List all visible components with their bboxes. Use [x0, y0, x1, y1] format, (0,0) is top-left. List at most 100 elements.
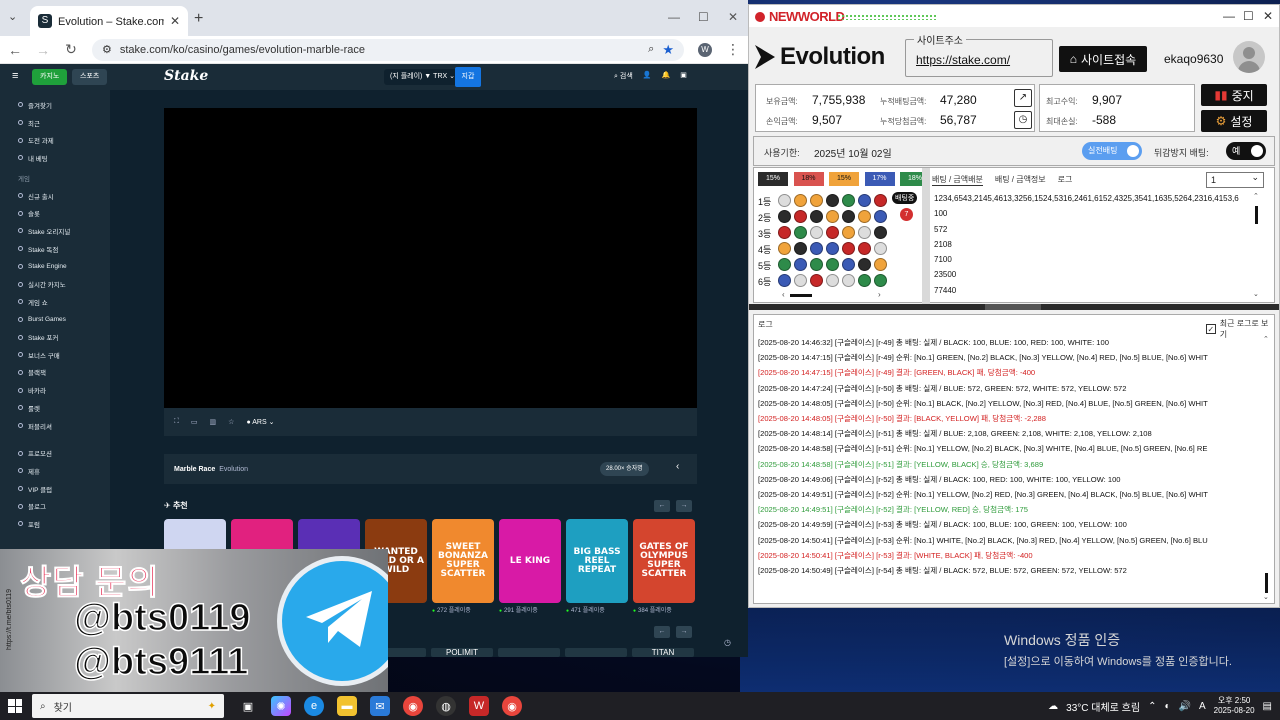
providers-next-icon[interactable]: →	[676, 626, 692, 638]
game-video[interactable]	[164, 108, 697, 408]
sports-tab[interactable]: 스포츠	[72, 69, 108, 85]
log-scrollbar[interactable]: ⌃ ⌄	[1262, 335, 1272, 601]
file-explorer-icon[interactable]: ▬	[337, 696, 357, 716]
provider-tile[interactable]: POLIMIT	[431, 648, 493, 657]
sidebar-item[interactable]: 제휴	[0, 462, 110, 480]
casino-tab[interactable]: 카지노	[32, 69, 68, 85]
nw-close-icon[interactable]: ✕	[1263, 9, 1273, 23]
sidebar-item[interactable]: 보너스 구매	[0, 346, 110, 364]
checkbox-checked-icon[interactable]: ✓	[1206, 324, 1216, 334]
sidebar-item[interactable]: 룰렛	[0, 399, 110, 417]
bookmark-star-icon[interactable]: ★	[662, 42, 674, 58]
sidebar-item[interactable]: VIP 클럽	[0, 480, 110, 498]
site-address-link[interactable]: https://stake.com/	[916, 53, 1010, 67]
profile-avatar[interactable]: W	[698, 42, 712, 57]
chrome-2-icon[interactable]: ◉	[502, 696, 522, 716]
sidebar-item[interactable]: 즐겨찾기	[0, 96, 110, 114]
game-card[interactable]: BIG BASS REEL REPEAT	[566, 519, 628, 603]
chat-bubble-icon[interactable]: ◷	[724, 638, 731, 647]
provider-tile[interactable]: TITAN	[632, 648, 694, 657]
wallet-selector[interactable]: (지 플레이) ▼ TRX ⌄	[384, 69, 461, 85]
chrome-icon[interactable]: ◉	[403, 696, 423, 716]
start-button[interactable]	[0, 692, 30, 720]
address-url[interactable]: stake.com/ko/casino/games/evolution-marb…	[120, 44, 640, 56]
taskbar-search[interactable]: ⌕ 찾기 ✦	[32, 694, 224, 718]
tab-search-icon[interactable]: ⌄	[8, 10, 17, 23]
close-tab-icon[interactable]: ✕	[170, 14, 180, 28]
sidebar-item[interactable]: 실시간 카지노	[0, 275, 110, 293]
stop-button[interactable]: ▮▮ 중지	[1201, 84, 1267, 106]
winner-badge[interactable]: 28.00× 승자명	[600, 462, 649, 476]
search-button[interactable]: ⌕ 검색	[614, 71, 633, 81]
new-tab-button[interactable]: +	[194, 10, 203, 28]
edge-icon[interactable]: e	[304, 696, 324, 716]
sidebar-item[interactable]: 퍼블리셔	[0, 417, 110, 435]
sidebar-item[interactable]: Stake 포커	[0, 328, 110, 346]
user-avatar[interactable]	[1233, 41, 1265, 73]
bet-tab[interactable]: 배팅 / 금액배분	[932, 174, 983, 186]
sidebar-item[interactable]: 도전 과제	[0, 131, 110, 149]
favorite-star-icon[interactable]: ☆	[228, 418, 234, 426]
site-info-icon[interactable]: ⚙	[102, 43, 112, 56]
back-icon[interactable]: ←	[8, 42, 22, 58]
menu-icon[interactable]: ⋮	[726, 41, 740, 58]
browser-tab[interactable]: S Evolution – Stake.com에서 제공 ✕	[30, 6, 188, 36]
bet-tab[interactable]: 로그	[1058, 174, 1073, 186]
providers-prev-icon[interactable]: ←	[654, 626, 670, 638]
clock[interactable]: 오후 2:50 2025-08-20	[1214, 696, 1255, 716]
bet-tab[interactable]: 배팅 / 금액정보	[995, 174, 1046, 186]
game-provider[interactable]: Evolution	[219, 466, 248, 473]
sidebar-item[interactable]: 포럼	[0, 515, 110, 533]
sidebar-item[interactable]: Stake Engine	[0, 258, 110, 276]
theatre-icon[interactable]: ▭	[191, 418, 198, 426]
fullscreen-icon[interactable]: ⛶	[174, 418, 179, 426]
collapse-chevron-icon[interactable]: ‹	[676, 461, 679, 472]
stake-logo[interactable]: Stake	[164, 68, 208, 84]
maximize-icon[interactable]: ☐	[698, 10, 709, 24]
horizontal-scrollbar[interactable]: ‹ ›	[782, 290, 882, 299]
sidebar-item[interactable]: 블랙잭	[0, 364, 110, 382]
volume-icon[interactable]: 🔊	[1179, 701, 1191, 712]
nw-minimize-icon[interactable]: —	[1223, 9, 1235, 23]
currency-selector[interactable]: ● ARS ⌄	[246, 418, 274, 426]
site-connect-button[interactable]: ⌂ 사이트접속	[1059, 46, 1147, 72]
stats-icon[interactable]: ▥	[210, 418, 217, 426]
weather-text[interactable]: 33°C 대체로 흐림	[1066, 699, 1140, 714]
zoom-icon[interactable]: ⌕	[648, 43, 654, 56]
notification-center-icon[interactable]: ▤	[1263, 701, 1272, 712]
wallet-button[interactable]: 지갑	[455, 67, 481, 87]
outlook-icon[interactable]: ✉	[370, 696, 390, 716]
panel-splitter[interactable]	[922, 168, 930, 304]
anti-track-toggle[interactable]: 예	[1226, 142, 1266, 160]
ime-indicator[interactable]: A	[1199, 701, 1206, 712]
sidebar-item[interactable]: 슬롯	[0, 204, 110, 222]
task-view-icon[interactable]: ▣	[238, 696, 258, 716]
network-icon[interactable]: ◐	[1164, 701, 1170, 712]
close-window-icon[interactable]: ✕	[728, 10, 738, 24]
notification-icon[interactable]: 🔔	[661, 71, 670, 81]
game-card[interactable]: GATES OF OLYMPUS SUPER SCATTER	[633, 519, 695, 603]
real-bet-toggle[interactable]: 실전배팅	[1082, 142, 1142, 160]
address-bar[interactable]: ⚙ stake.com/ko/casino/games/evolution-ma…	[92, 38, 684, 61]
game-card[interactable]: SWEET BONANZA SUPER SCATTER	[432, 519, 494, 603]
numbers-scrollbar[interactable]: ⌃ ⌄	[1252, 192, 1262, 300]
sidebar-item[interactable]: 프로모션	[0, 444, 110, 462]
settings-button[interactable]: ⚙ 설정	[1201, 110, 1267, 132]
chart-icon[interactable]: ↗	[1014, 89, 1032, 107]
sidebar-item[interactable]: 바카라	[0, 381, 110, 399]
chat-icon[interactable]: ▣	[680, 71, 687, 81]
forward-icon[interactable]: →	[36, 42, 50, 58]
weather-icon[interactable]: ☁	[1048, 701, 1058, 712]
hamburger-icon[interactable]: ≡	[12, 70, 18, 82]
sidebar-item[interactable]: Burst Games	[0, 311, 110, 329]
sidebar-item[interactable]: Stake 독점	[0, 240, 110, 258]
reload-icon[interactable]: ↻	[64, 41, 78, 58]
nw-maximize-icon[interactable]: ☐	[1243, 9, 1254, 23]
carousel-next-icon[interactable]: →	[676, 500, 692, 512]
sidebar-item[interactable]: 블로그	[0, 497, 110, 515]
copilot-icon[interactable]: ✺	[271, 696, 291, 716]
minimize-icon[interactable]: —	[668, 10, 680, 24]
bet-select[interactable]: 1	[1206, 170, 1264, 188]
game-card[interactable]: LE KING	[499, 519, 561, 603]
sidebar-item[interactable]: 신규 출시	[0, 187, 110, 205]
